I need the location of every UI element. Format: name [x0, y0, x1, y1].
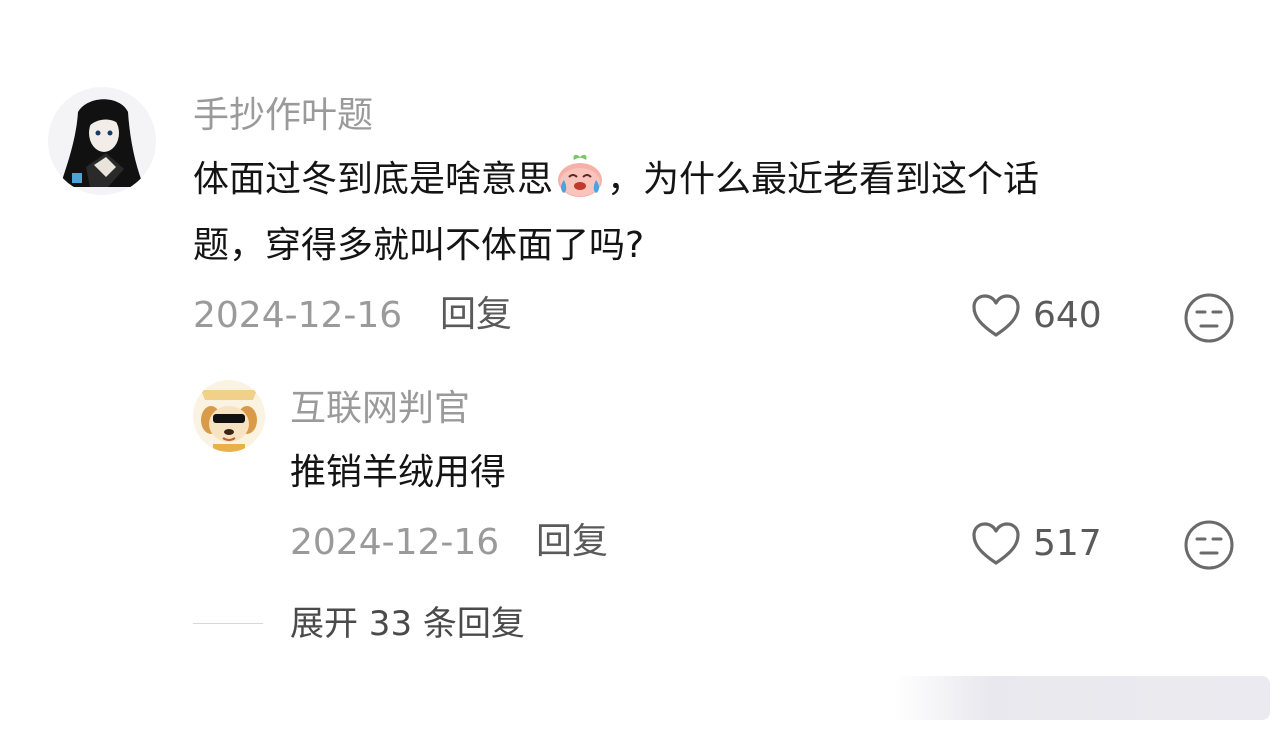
comment-1-reply-button[interactable]: 回复 [440, 297, 512, 333]
comment-2-like-count: 517 [1033, 523, 1102, 564]
comment-thread: 手抄作叶题 体面过冬到底是啥意思 ，为什么最近老看到这个话 题，穿得多就叫不体面… [0, 0, 1284, 729]
avatar-user-2[interactable] [193, 380, 265, 452]
comment-1-username[interactable]: 手抄作叶题 [193, 98, 373, 134]
comment-1-text: 体面过冬到底是啥意思 ，为什么最近老看到这个话 题，穿得多就叫不体面了吗? [193, 147, 1193, 279]
heart-outline-icon [972, 294, 1020, 337]
comment-1-like-button[interactable]: 640 [971, 293, 1102, 339]
comment-1-date: 2024-12-16 [193, 295, 403, 336]
expand-divider [193, 623, 263, 624]
comment-1-text-line-2: 题，穿得多就叫不体面了吗? [193, 225, 645, 266]
neutral-face-icon [1184, 520, 1234, 570]
watermark-overlay [895, 676, 1270, 720]
comment-2-reply-button[interactable]: 回复 [536, 524, 608, 560]
comment-2-text: 推销羊绒用得 [290, 452, 507, 493]
expand-replies-button[interactable]: 展开 33 条回复 [290, 607, 525, 641]
comment-2-like-button[interactable]: 517 [971, 521, 1102, 567]
comment-2-react-button[interactable] [1183, 519, 1235, 575]
comment-1-text-line-1: 体面过冬到底是啥意思 ，为什么最近老看到这个话 [193, 147, 1193, 213]
comment-2-date: 2024-12-16 [290, 522, 500, 563]
comment-1-like-count: 640 [1033, 295, 1102, 336]
crying-laughing-peach-emoji-icon [558, 154, 603, 197]
comment-1-react-button[interactable] [1183, 292, 1235, 348]
heart-outline-icon [972, 522, 1020, 565]
neutral-face-icon [1184, 293, 1234, 343]
avatar-user-1[interactable] [48, 87, 156, 195]
comment-2-username[interactable]: 互联网判官 [290, 391, 470, 427]
